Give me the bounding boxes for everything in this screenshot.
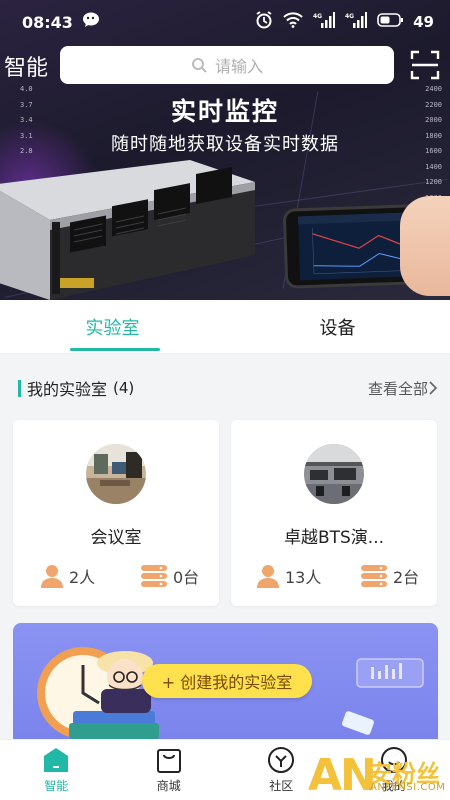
- wechat-icon: [82, 12, 101, 32]
- server-stack-icon: [361, 565, 387, 587]
- status-icons: 4G 4G 49: [255, 11, 434, 33]
- lab-photo: [304, 444, 364, 504]
- search-input[interactable]: 请输入: [60, 46, 394, 84]
- lab-name: 会议室: [90, 528, 142, 548]
- scan-icon[interactable]: [410, 50, 440, 80]
- view-all-label: 查看全部: [367, 379, 428, 398]
- home-icon: [44, 748, 69, 772]
- site-watermark: AN 安粉丝 ANFENSI.COM: [308, 750, 450, 800]
- create-lab-button[interactable]: + 创建我的实验室: [142, 664, 312, 698]
- signal-4g-icon: 4G: [345, 12, 368, 32]
- status-bar: 08:43 4G 4G 49: [0, 0, 450, 44]
- nav-label: 智能: [44, 779, 69, 793]
- header-title: 智能: [4, 56, 49, 81]
- lab-photo: [86, 444, 146, 504]
- nav-label: 商城: [156, 779, 181, 793]
- people-count-value: 13人: [285, 568, 322, 587]
- nav-item-mall[interactable]: 商城: [113, 740, 226, 800]
- battery-level: 49: [413, 13, 434, 31]
- watermark-url: ANFENSI.COM: [370, 782, 446, 793]
- nav-label: 社区: [269, 779, 294, 793]
- alarm-icon: [255, 11, 273, 33]
- hand-illustration: [400, 196, 450, 296]
- banner-title: 实时监控: [170, 97, 279, 126]
- section-accent-bar: [18, 379, 21, 397]
- lab-device-count: 2台: [361, 564, 419, 588]
- lab-people-count: 13人: [257, 564, 321, 588]
- axis-tick: 1200: [425, 178, 442, 186]
- lab-name: 卓越BTS演...: [283, 528, 385, 548]
- server-device-illustration: [0, 160, 255, 300]
- people-count-value: 2人: [69, 568, 96, 587]
- nav-item-smart[interactable]: 智能: [0, 740, 113, 800]
- server-stack-icon: [141, 565, 167, 587]
- svg-text:4G: 4G: [345, 13, 354, 20]
- top-header: 智能 请输入: [0, 44, 450, 88]
- signal-4g-icon: 4G: [313, 12, 336, 32]
- chevron-right-icon: [429, 381, 438, 395]
- section-count: (4): [113, 379, 135, 397]
- section-title: 我的实验室: [27, 380, 108, 399]
- device-count-value: 2台: [393, 568, 420, 587]
- tab-device-label: 设备: [319, 317, 356, 339]
- lab-people-count: 2人: [41, 564, 95, 588]
- device-count-value: 0台: [173, 568, 200, 587]
- watermark-logo: AN: [308, 749, 377, 800]
- lab-card-bts-demo[interactable]: 卓越BTS演... 13人 2台: [231, 420, 437, 606]
- svg-text:4G: 4G: [313, 13, 322, 20]
- tab-lab[interactable]: 实验室: [0, 300, 225, 353]
- tab-lab-label: 实验室: [85, 317, 140, 339]
- lab-device-count: 0台: [141, 564, 199, 588]
- view-all-link[interactable]: 查看全部: [368, 378, 438, 399]
- banner-subtitle: 随时随地获取设备实时数据: [111, 134, 339, 155]
- status-time: 08:43: [22, 12, 73, 32]
- search-placeholder: 请输入: [214, 57, 263, 76]
- my-labs-header: 我的实验室 (4) 查看全部: [0, 372, 450, 404]
- community-icon: [268, 747, 295, 773]
- tab-device[interactable]: 设备: [225, 300, 450, 353]
- shopping-bag-icon: [156, 749, 181, 773]
- wifi-icon: [283, 12, 303, 32]
- battery-icon: [377, 13, 404, 31]
- axis-tick: 1400: [425, 162, 442, 171]
- tab-bar: 实验室 设备: [0, 300, 450, 354]
- search-icon: [191, 58, 207, 73]
- person-icon: [41, 565, 63, 588]
- lab-card-meeting-room[interactable]: 会议室 2人 0台: [13, 420, 219, 606]
- person-icon: [257, 565, 279, 588]
